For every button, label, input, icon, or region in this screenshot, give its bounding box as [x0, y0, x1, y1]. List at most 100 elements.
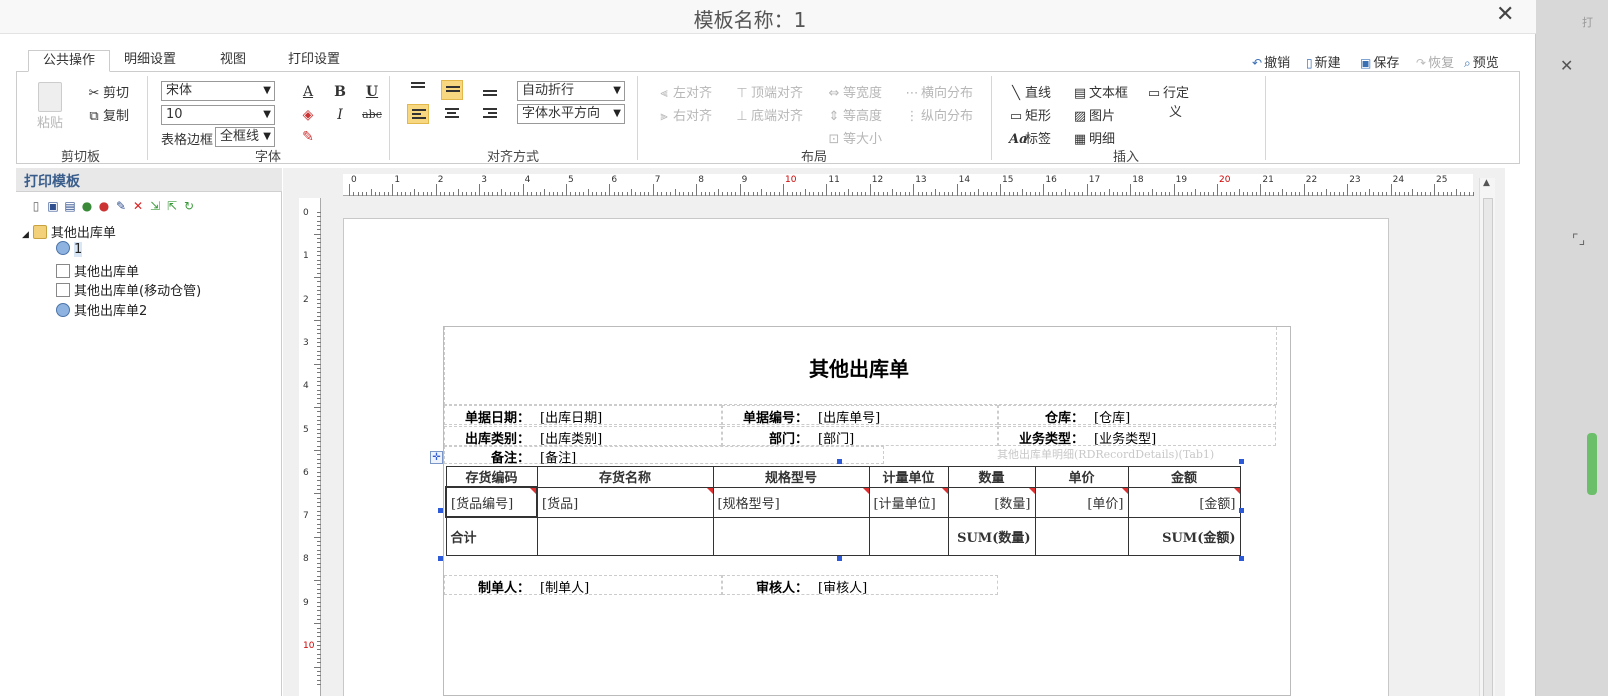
insert-image-button[interactable]: ▨ 图片 [1073, 105, 1115, 124]
field-label[interactable]: 仓库： [998, 407, 1084, 426]
redo-button[interactable]: ↷ 恢复 [1416, 52, 1454, 71]
tab-detail-settings[interactable]: 明细设置 [110, 50, 190, 72]
table-cell[interactable] [712, 516, 870, 556]
column-header[interactable]: 单价 [1034, 466, 1129, 488]
italic-button[interactable]: I [329, 105, 351, 125]
column-header[interactable]: 金额 [1127, 466, 1241, 488]
tree-item[interactable]: 其他出库单2 [56, 300, 147, 319]
font-color-button[interactable]: A [297, 82, 319, 102]
field-label[interactable]: 单据日期： [444, 407, 530, 426]
add-icon[interactable]: ● [79, 198, 95, 214]
table-cell[interactable]: [货品] [536, 486, 714, 518]
delete-icon[interactable]: ✕ [130, 198, 146, 214]
field-label[interactable]: 单据编号： [722, 407, 808, 426]
field-label[interactable]: 部门： [722, 428, 808, 447]
tree-root[interactable]: ◢ 其他出库单 [22, 222, 116, 241]
tab-print-settings[interactable]: 打印设置 [274, 50, 354, 72]
field-label[interactable]: 业务类型： [998, 428, 1084, 447]
selection-handle[interactable] [438, 556, 443, 561]
table-cell[interactable]: [计量单位] [868, 486, 949, 518]
tree-item-selected[interactable]: 1 [56, 241, 83, 257]
new-button[interactable]: ▯ 新建 [1306, 52, 1341, 71]
move-handle[interactable]: ✛ [430, 451, 443, 464]
table-cell[interactable] [536, 516, 714, 556]
selection-handle[interactable] [1239, 508, 1244, 513]
save-icon[interactable]: ▣ [45, 198, 61, 214]
same-width-button[interactable]: ⇔ 等宽度 [827, 82, 882, 101]
column-header[interactable]: 存货编码 [445, 466, 538, 488]
field-value[interactable]: [出库类别] [540, 428, 602, 447]
field-label[interactable]: 制单人： [444, 577, 530, 596]
underline-button[interactable]: U [361, 82, 383, 102]
copy-button[interactable]: ⧉ 复制 [87, 105, 129, 124]
font-family-select[interactable]: 宋体 ▼ [161, 81, 275, 101]
refresh-icon[interactable]: ↻ [181, 198, 197, 214]
column-header[interactable]: 存货名称 [536, 466, 714, 488]
align-right-button[interactable] [479, 104, 501, 124]
close-icon[interactable]: ✕ [1496, 2, 1514, 27]
wrap-select[interactable]: 自动折行 ▼ [517, 81, 625, 101]
cut-button[interactable]: ✂ 剪切 [87, 82, 129, 101]
remove-icon[interactable]: ● [96, 198, 112, 214]
field-value[interactable]: [制单人] [540, 577, 589, 596]
vertical-distribute-button[interactable]: ⋮ 纵向分布 [905, 105, 974, 124]
paste-button[interactable]: 粘贴 [33, 82, 67, 134]
collapse-icon[interactable]: ◢ [22, 230, 29, 240]
table-cell[interactable]: SUM(金额) [1127, 516, 1241, 556]
preview-button[interactable]: ⌕ 预览 [1464, 52, 1499, 71]
field-label[interactable]: 备注： [444, 447, 530, 466]
scroll-thumb[interactable] [1483, 198, 1493, 696]
align-center-button[interactable] [441, 104, 463, 124]
fill-color-icon[interactable]: ◈ [297, 105, 319, 125]
insert-detail-button[interactable]: ▦ 明细 [1073, 128, 1115, 147]
custom-line-button[interactable]: ▭ 行定义 [1147, 82, 1189, 120]
align-middle-button[interactable] [441, 80, 463, 100]
table-cell[interactable]: 合计 [445, 516, 538, 556]
column-header[interactable]: 规格型号 [712, 466, 870, 488]
field-label[interactable]: 出库类别： [444, 428, 530, 447]
horizontal-distribute-button[interactable]: ⋯ 横向分布 [905, 82, 974, 101]
field-value[interactable]: [出库单号] [818, 407, 880, 426]
field-value[interactable]: [备注] [540, 447, 576, 466]
field-value[interactable]: [审核人] [818, 577, 867, 596]
export-icon[interactable]: ⇱ [164, 198, 180, 214]
field-value[interactable]: [出库日期] [540, 407, 602, 426]
column-header[interactable]: 数量 [947, 466, 1036, 488]
import-icon[interactable]: ⇲ [147, 198, 163, 214]
selection-handle[interactable] [837, 556, 842, 561]
field-value[interactable]: [部门] [818, 428, 854, 447]
text-direction-select[interactable]: 字体水平方向 ▼ [517, 104, 625, 124]
table-cell[interactable] [868, 516, 949, 556]
selection-handle[interactable] [837, 459, 842, 464]
field-label[interactable]: 审核人： [722, 577, 808, 596]
save-button[interactable]: ▣ 保存 [1360, 52, 1399, 71]
table-cell[interactable]: [规格型号] [712, 486, 870, 518]
same-height-button[interactable]: ⇕ 等高度 [827, 105, 882, 124]
table-cell[interactable] [1034, 516, 1129, 556]
report-title[interactable]: 其他出库单 [444, 353, 1274, 382]
align-top-button[interactable] [407, 80, 429, 100]
border-color-icon[interactable]: ✎ [297, 127, 319, 147]
align-bottom-button[interactable] [479, 80, 501, 100]
table-cell[interactable]: [单价] [1034, 486, 1129, 518]
table-cell[interactable]: [数量] [947, 486, 1036, 518]
same-size-button[interactable]: ⊡ 等大小 [827, 128, 882, 147]
tree-item[interactable]: 其他出库单 [56, 261, 139, 280]
detail-grid[interactable]: 存货编码 存货名称 规格型号 计量单位 数量 单价 金额 [货品编号] [货品]… [445, 466, 1241, 556]
insert-label-button[interactable]: Aa标签 [1009, 128, 1051, 147]
table-border-select[interactable]: 全框线 ▼ [215, 127, 275, 147]
insert-textbox-button[interactable]: ▤ 文本框 [1073, 82, 1128, 101]
tab-common[interactable]: 公共操作 [28, 50, 111, 72]
selection-handle[interactable] [438, 508, 443, 513]
layout-align-top-button[interactable]: ⊤ 顶端对齐 [735, 82, 803, 101]
font-size-select[interactable]: 10 ▼ [161, 105, 275, 125]
insert-rect-button[interactable]: ▭ 矩形 [1009, 105, 1051, 124]
align-left-button[interactable] [407, 104, 429, 124]
selection-handle[interactable] [1239, 556, 1244, 561]
table-cell[interactable]: SUM(数量) [947, 516, 1036, 556]
save-as-icon[interactable]: ▤ [62, 198, 78, 214]
edit-icon[interactable]: ✎ [113, 198, 129, 214]
table-cell[interactable]: [金额] [1127, 486, 1241, 518]
layout-align-right-button[interactable]: ⫸ 右对齐 [657, 105, 712, 124]
column-header[interactable]: 计量单位 [868, 466, 949, 488]
